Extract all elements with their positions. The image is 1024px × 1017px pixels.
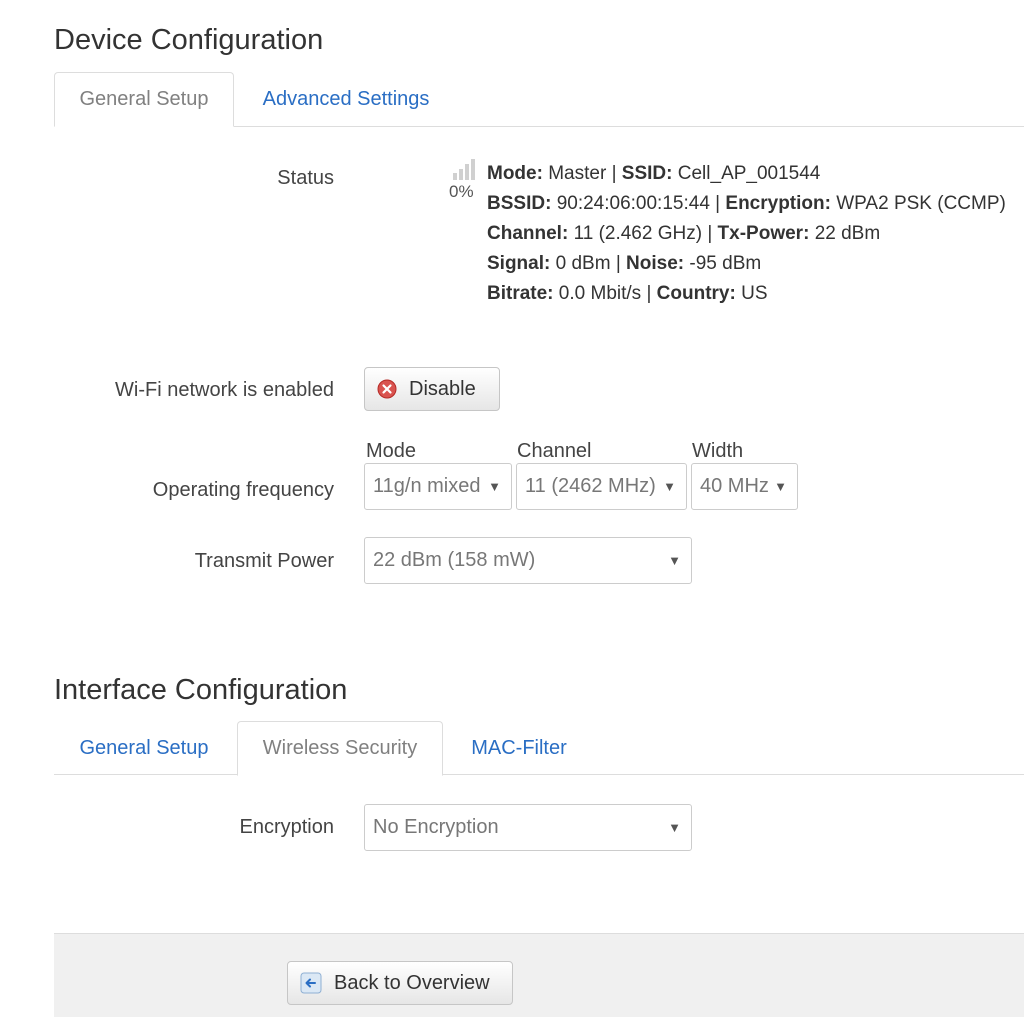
tab-mac-filter[interactable]: MAC-Filter (446, 721, 592, 775)
noise-key: Noise: (626, 253, 685, 274)
bssid-key: BSSID: (487, 193, 552, 214)
ssid-value: Cell_AP_001544 (677, 163, 821, 184)
status-line-bssid: BSSID: 90:24:06:00:15:44 | Encryption: W… (487, 193, 1006, 215)
noise-value: -95 dBm (689, 253, 762, 274)
separator: | (610, 253, 627, 274)
ssid-key: SSID: (621, 163, 673, 184)
channel-select-value: 11 (2462 MHz) (525, 475, 656, 497)
signal-value: 0 dBm (555, 253, 611, 274)
chevron-down-icon: ▼ (668, 553, 681, 568)
mode-select[interactable]: 11g/n mixed ▼ (364, 463, 512, 510)
status-line-channel: Channel: 11 (2.462 GHz) | Tx-Power: 22 d… (487, 223, 880, 245)
tab-interface-general-setup[interactable]: General Setup (54, 721, 234, 775)
mode-sublabel: Mode (366, 440, 417, 462)
country-value: US (741, 283, 768, 304)
encryption-label: Encryption (239, 816, 335, 838)
separator: | (606, 163, 622, 184)
bssid-value: 90:24:06:00:15:44 (556, 193, 710, 214)
encryption-key: Encryption: (725, 193, 831, 214)
channel-value: 11 (2.462 GHz) (573, 223, 703, 244)
transmit-power-label: Transmit Power (194, 550, 334, 572)
device-config-title: Device Configuration (54, 24, 324, 56)
chevron-down-icon: ▼ (663, 479, 676, 494)
interface-config-title: Interface Configuration (54, 674, 348, 706)
separator: | (702, 223, 718, 244)
encryption-value: WPA2 PSK (CCMP) (836, 193, 1006, 214)
chevron-down-icon: ▼ (774, 479, 787, 494)
signal-strength-icon (453, 159, 475, 180)
back-to-overview-label: Back to Overview (334, 971, 490, 994)
width-sublabel: Width (692, 440, 744, 462)
disable-button[interactable]: Disable (364, 367, 500, 411)
chevron-down-icon: ▼ (488, 479, 501, 494)
back-to-overview-button[interactable]: Back to Overview (287, 961, 513, 1005)
txpower-value: 22 dBm (814, 223, 881, 244)
transmit-power-select[interactable]: 22 dBm (158 mW) ▼ (364, 537, 692, 584)
bitrate-value: 0.0 Mbit/s (558, 283, 642, 304)
separator: | (641, 283, 657, 304)
channel-sublabel: Channel (517, 440, 592, 462)
country-key: Country: (656, 283, 736, 304)
operating-frequency-label: Operating frequency (152, 479, 334, 501)
encryption-select[interactable]: No Encryption ▼ (364, 804, 692, 851)
status-line-mode: Mode: Master | SSID: Cell_AP_001544 (487, 163, 820, 185)
tab-general-setup[interactable]: General Setup (54, 72, 234, 127)
mode-key: Mode: (487, 163, 543, 184)
status-line-signal: Signal: 0 dBm | Noise: -95 dBm (487, 253, 761, 275)
mode-select-value: 11g/n mixed (373, 475, 481, 497)
signal-key: Signal: (487, 253, 551, 274)
status-line-bitrate: Bitrate: 0.0 Mbit/s | Country: US (487, 283, 768, 305)
tab-advanced-settings[interactable]: Advanced Settings (238, 72, 454, 126)
txpower-key: Tx-Power: (717, 223, 810, 244)
channel-select[interactable]: 11 (2462 MHz) ▼ (516, 463, 687, 510)
tab-wireless-security[interactable]: Wireless Security (237, 721, 443, 776)
width-select-value: 40 MHz (700, 475, 769, 497)
back-arrow-icon (300, 972, 322, 994)
wifi-enabled-label: Wi-Fi network is enabled (115, 379, 334, 401)
mode-value: Master (548, 163, 607, 184)
chevron-down-icon: ▼ (668, 820, 681, 835)
signal-percent: 0% (449, 182, 474, 201)
separator: | (709, 193, 726, 214)
bitrate-key: Bitrate: (487, 283, 554, 304)
disable-button-label: Disable (409, 377, 476, 400)
width-select[interactable]: 40 MHz ▼ (691, 463, 798, 510)
status-label: Status (277, 167, 334, 189)
transmit-power-value: 22 dBm (158 mW) (373, 549, 536, 571)
disable-icon (377, 379, 397, 399)
encryption-select-value: No Encryption (373, 816, 499, 838)
channel-key: Channel: (487, 223, 569, 244)
page-footer (54, 933, 1024, 1017)
